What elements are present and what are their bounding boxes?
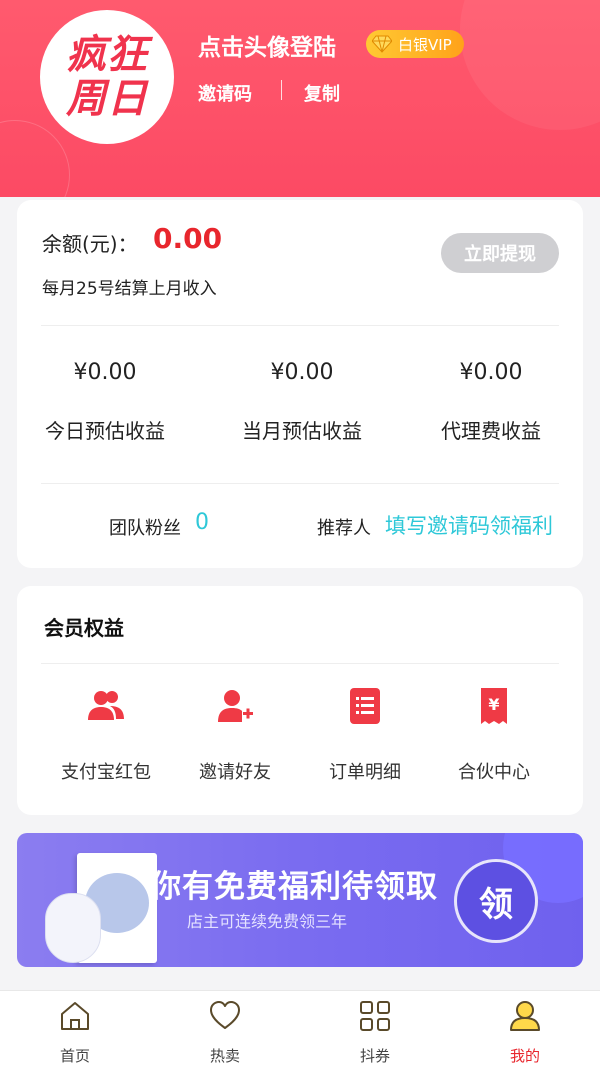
team-fans-count[interactable]: 0 [195,510,209,535]
copy-button[interactable]: 复制 [304,80,340,106]
stat-label: 今日预估收益 [45,419,165,443]
stat-label: 代理费收益 [441,419,541,443]
bottom-nav: 首页 热卖 抖券 我的 [0,990,600,1067]
withdraw-button[interactable]: 立即提现 [441,233,559,273]
nav-item-mine[interactable]: 我的 [475,999,575,1066]
divider [41,483,559,484]
stat-amount: ¥0.00 [459,360,523,385]
stat-label: 当月预估收益 [242,419,362,443]
benefit-alipay-redpacket[interactable]: 支付宝红包 [41,686,171,784]
face-mask-image [45,893,101,963]
section-title: 会员权益 [44,616,124,640]
banner-subtitle: 店主可连续免费领三年 [187,912,348,931]
balance-label: 余额(元)： [42,232,138,256]
claim-button[interactable]: 领 [454,859,538,943]
benefit-order-details[interactable]: 订单明细 [300,686,430,784]
svg-text:¥: ¥ [488,695,499,714]
avatar-logo-line: 疯狂 [66,31,148,78]
avatar[interactable]: 疯狂 周日 [40,10,174,144]
add-user-icon [218,690,253,722]
benefit-partner-center[interactable]: ¥ 合伙中心 [429,686,559,784]
balance-card: 余额(元)： 0.00 每月25号结算上月收入 立即提现 ¥0.00 今日预估收… [17,200,583,568]
profile-header: 疯狂 周日 点击头像登陆 白银VIP 邀请码 复制 [0,0,600,197]
diamond-icon [372,35,392,53]
benefit-label: 订单明细 [329,762,401,783]
divider [41,325,559,326]
banner-title: 你有免费福利待领取 [150,869,438,905]
avatar-logo-line: 周日 [66,75,148,122]
nav-label: 抖券 [359,1047,390,1065]
header-decoration [0,120,70,197]
stat-today: ¥0.00 今日预估收益 [15,360,195,444]
vip-level: 白银VIP [398,35,452,54]
stat-agency-fee: ¥0.00 代理费收益 [401,360,581,444]
benefit-label: 邀请好友 [199,762,271,783]
referrer-link[interactable]: 填写邀请码领福利 [385,510,553,540]
divider [281,80,282,100]
benefit-label: 合伙中心 [458,762,530,783]
invite-code-label: 邀请码 [198,84,252,105]
balance-value: 0.00 [153,222,223,255]
heart-icon [210,1001,240,1029]
nav-item-home[interactable]: 首页 [25,999,125,1066]
stat-month: ¥0.00 当月预估收益 [212,360,392,444]
list-icon [350,688,380,724]
grid-icon [360,1001,390,1031]
home-icon [61,1002,89,1030]
nav-item-coupons[interactable]: 抖券 [325,999,425,1066]
vip-badge: 白银VIP [366,30,464,58]
login-prompt[interactable]: 点击头像登陆 [198,28,336,62]
user-icon [510,1001,540,1031]
nav-label: 热卖 [209,1047,240,1065]
stat-amount: ¥0.00 [270,360,334,385]
referrer-label: 推荐人 [317,518,371,539]
stat-amount: ¥0.00 [73,360,137,385]
users-icon [88,691,124,720]
team-fans-label: 团队粉丝 [109,518,181,539]
divider [41,663,559,664]
nav-label: 我的 [509,1047,540,1065]
settlement-note: 每月25号结算上月收入 [42,279,217,299]
nav-item-hot[interactable]: 热卖 [175,999,275,1066]
free-gift-banner[interactable]: 你有免费福利待领取 店主可连续免费领三年 领 [17,833,583,967]
header-decoration [460,0,600,130]
benefit-label: 支付宝红包 [61,762,151,783]
membership-card: 会员权益 支付宝红包 邀请好友 订单明细 ¥ 合伙中心 [17,586,583,815]
yuan-receipt-icon: ¥ [481,688,507,724]
nav-label: 首页 [59,1047,90,1065]
benefit-invite-friends[interactable]: 邀请好友 [170,686,300,784]
